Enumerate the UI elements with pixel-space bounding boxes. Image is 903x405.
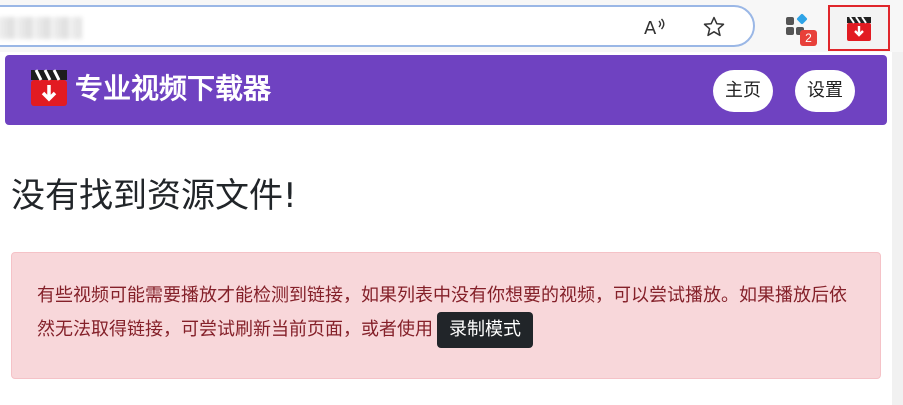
page-title: 没有找到资源文件! [11, 176, 297, 216]
blurred-url [0, 17, 82, 39]
read-aloud-icon[interactable]: A [642, 15, 666, 39]
address-bar[interactable]: A [0, 5, 755, 47]
browser-toolbar: A 2 [0, 0, 903, 52]
extension-popup: 专业视频下载器 主页 设置 没有找到资源文件! 有些视频可能需要播放才能检测到链… [0, 52, 892, 405]
active-extension-button[interactable] [828, 5, 890, 51]
settings-button[interactable]: 设置 [795, 70, 855, 112]
clapperboard-download-icon [847, 16, 871, 41]
alert-box: 有些视频可能需要播放才能检测到链接，如果列表中没有你想要的视频，可以尝试播放。如… [11, 252, 881, 379]
extensions-badge: 2 [800, 30, 817, 46]
record-mode-button[interactable]: 录制模式 [437, 312, 533, 348]
navbar: 专业视频下载器 主页 设置 [5, 55, 887, 125]
clapperboard-download-icon [31, 69, 67, 106]
svg-text:A: A [644, 18, 657, 39]
star-icon[interactable] [702, 15, 726, 39]
scrollbar[interactable] [892, 52, 903, 405]
brand-title[interactable]: 专业视频下载器 [75, 69, 271, 109]
home-button[interactable]: 主页 [713, 70, 773, 112]
